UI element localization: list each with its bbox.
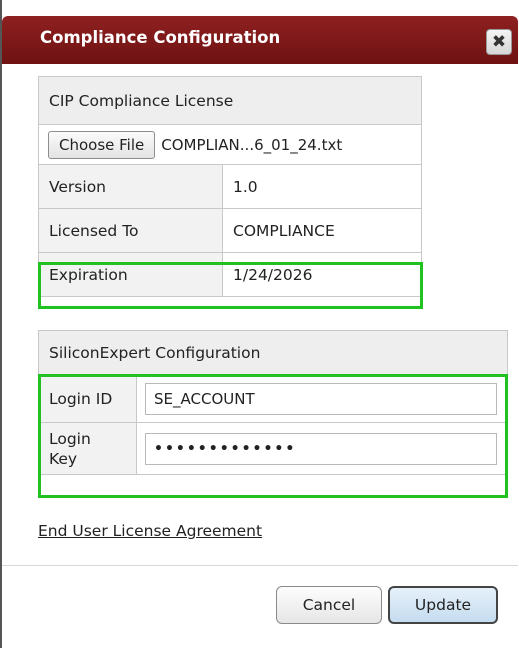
licensed-to-label: Licensed To	[38, 208, 223, 253]
compliance-dialog: Compliance Configuration ✖ CIP Complianc…	[0, 0, 518, 648]
expiration-label: Expiration	[38, 252, 223, 297]
dialog-title: Compliance Configuration	[40, 28, 281, 47]
footer-divider	[2, 565, 518, 566]
file-chooser: Choose File COMPLIAN...6_01_24.txt	[38, 124, 422, 165]
dialog-titlebar[interactable]: Compliance Configuration ✖	[2, 16, 518, 64]
login-key-label: Login Key	[38, 422, 137, 475]
version-label: Version	[38, 164, 223, 209]
expiration-value: 1/24/2026	[222, 252, 422, 297]
selected-file-name: COMPLIAN...6_01_24.txt	[161, 135, 343, 154]
close-icon: ✖	[491, 31, 507, 52]
login-key-input[interactable]: •••••••••••••	[145, 432, 497, 465]
close-button[interactable]: ✖	[486, 29, 512, 55]
license-header: CIP Compliance License	[38, 76, 422, 125]
login-id-cell: SE_ACCOUNT	[136, 374, 508, 423]
choose-file-button[interactable]: Choose File	[48, 130, 156, 159]
licensed-to-value: COMPLIANCE	[222, 208, 422, 253]
login-id-label: Login ID	[38, 374, 137, 423]
eula-link[interactable]: End User License Agreement	[38, 522, 262, 540]
license-table: CIP Compliance License Choose File COMPLI…	[38, 76, 422, 297]
siliconexpert-header: SiliconExpert Configuration	[38, 330, 508, 375]
update-button[interactable]: Update	[388, 586, 498, 624]
login-key-cell: •••••••••••••	[136, 422, 508, 475]
login-id-input[interactable]: SE_ACCOUNT	[145, 382, 497, 415]
siliconexpert-table: SiliconExpert Configuration Login ID SE_…	[38, 330, 508, 475]
cancel-button[interactable]: Cancel	[276, 586, 382, 624]
version-value: 1.0	[222, 164, 422, 209]
